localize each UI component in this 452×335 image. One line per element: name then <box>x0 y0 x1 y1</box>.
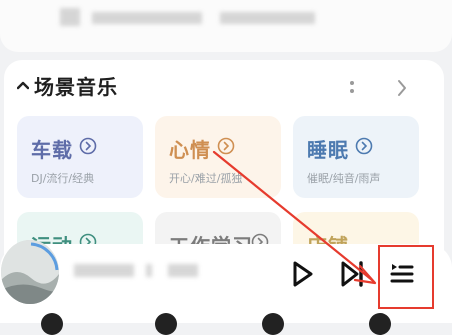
cover-image <box>1 240 59 304</box>
tile-subtitle: DJ/流行/经典 <box>31 172 95 185</box>
highlight-box <box>378 245 434 309</box>
blurred-artist <box>146 264 152 277</box>
chevron-right-icon[interactable] <box>396 78 408 98</box>
arrow-circle-icon <box>217 137 235 155</box>
bottom-nav-icon[interactable] <box>262 313 284 335</box>
tile-subtitle: 开心/难过/孤独 <box>169 172 243 185</box>
next-icon[interactable] <box>340 260 366 288</box>
bottom-nav-icon[interactable] <box>155 313 177 335</box>
bottom-nav-icon[interactable] <box>369 313 391 335</box>
arrow-circle-icon <box>79 137 97 155</box>
tile-mood[interactable]: 心情 开心/难过/孤独 <box>155 116 281 198</box>
collapse-chevron-icon[interactable] <box>17 80 29 90</box>
tile-title: 睡眠 <box>307 138 349 162</box>
blurred-text <box>220 12 315 24</box>
tile-title: 车载 <box>31 138 73 162</box>
tile-title: 心情 <box>169 138 211 162</box>
tile-sleep[interactable]: 睡眠 催眠/纯音/雨声 <box>293 116 419 198</box>
section-title: 场景音乐 <box>34 75 118 99</box>
tile-car[interactable]: 车载 DJ/流行/经典 <box>17 116 143 198</box>
more-icon[interactable] <box>346 78 358 98</box>
blurred-text <box>92 12 202 24</box>
arrow-circle-icon <box>355 137 373 155</box>
blurred-song-title <box>74 264 134 277</box>
tile-subtitle: 催眠/纯音/雨声 <box>307 172 381 185</box>
blurred-artist <box>168 264 198 277</box>
bottom-nav-icon[interactable] <box>41 313 63 335</box>
play-icon[interactable] <box>291 260 315 288</box>
top-card <box>0 0 452 52</box>
blurred-avatar <box>60 8 80 26</box>
album-cover[interactable] <box>1 240 59 304</box>
